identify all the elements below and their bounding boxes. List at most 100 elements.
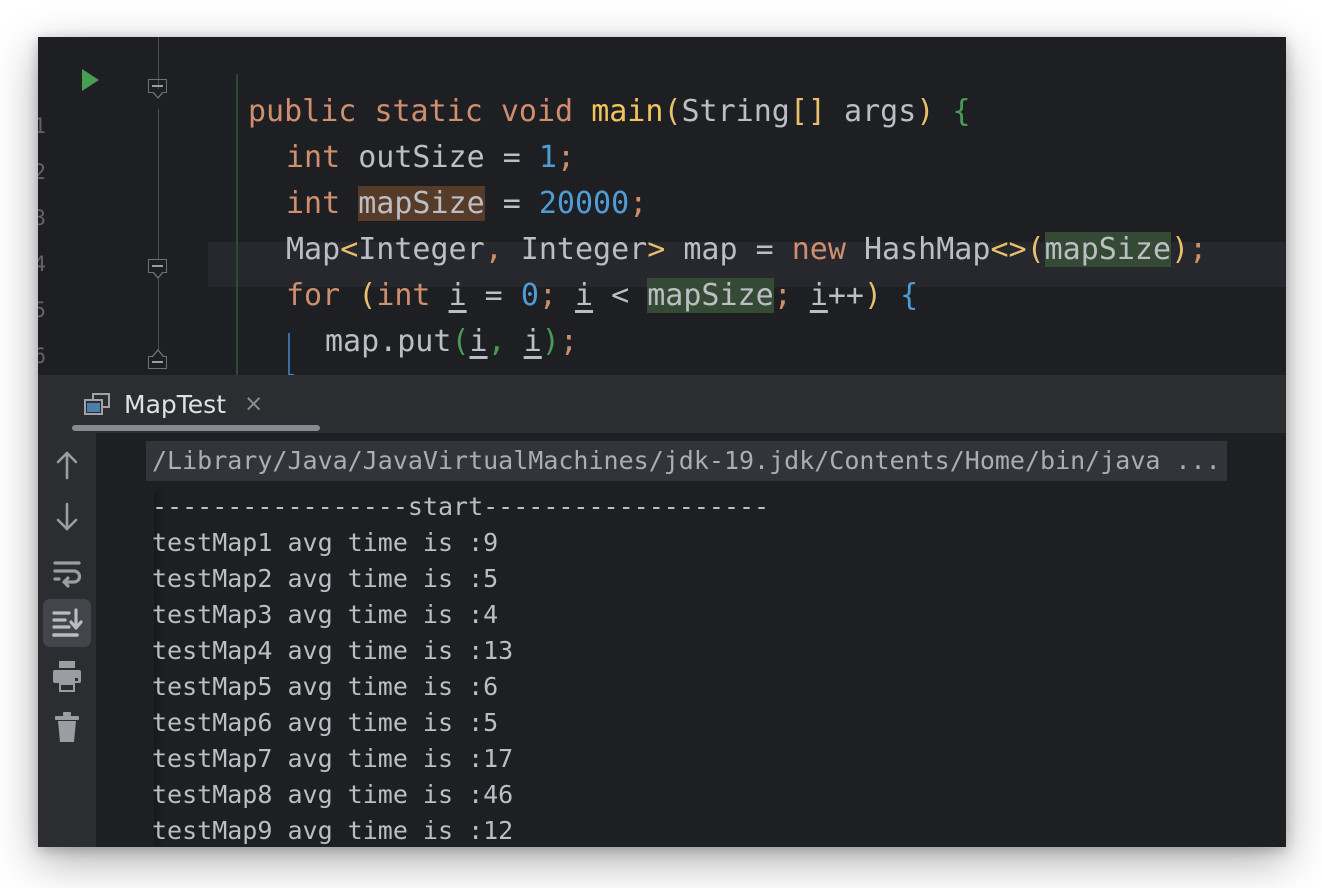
code-token: = [755,232,792,267]
tool-window-label: : [38,389,40,414]
code-token: i [448,278,467,313]
code-token: void [500,94,592,129]
console-toolbar [38,433,96,847]
tab-selected-indicator [72,425,320,431]
code-token: { [952,94,971,129]
code-token: map [325,324,380,359]
code-token: ; [1189,232,1208,267]
code-token: Integer [502,232,648,267]
code-token: static [374,94,501,129]
console-line: testMap7 avg time is :17 [152,744,514,773]
code-line-mapsize[interactable]: int mapSize = 20000; [286,181,647,227]
soft-wrap-button[interactable] [43,548,91,596]
code-token: . [379,324,398,359]
code-token: ++ [827,278,864,313]
code-line-map-put[interactable]: map.put(i, i); [325,319,578,365]
run-configuration-icon [84,393,110,415]
code-token: i [809,278,828,313]
run-tool-window: : MapTest × [38,375,1286,847]
code-token: Map [286,232,341,267]
code-token: ) [916,94,935,129]
code-token: ( [663,94,682,129]
scroll-up-button[interactable] [43,441,91,489]
code-token: ( [1026,232,1045,267]
code-line-close-brace[interactable]: } [286,365,304,375]
code-token: for [286,278,359,313]
code-line-for[interactable]: for (int i = 0; i < mapSize; i++) { [286,273,918,319]
code-token: ( [451,324,470,359]
code-token: mapSize [358,186,485,221]
console-line: testMap3 avg time is :4 [152,600,499,629]
code-token: new [791,232,864,267]
code-token: <> [990,232,1027,267]
scroll-down-button[interactable] [43,493,91,541]
console-command-line: /Library/Java/JavaVirtualMachines/jdk-19… [146,441,1227,481]
code-token: = [502,140,539,175]
console-line: testMap9 avg time is :12 [152,816,514,845]
console-line: testMap8 avg time is :46 [152,780,514,809]
tab-title: MapTest [124,389,226,419]
code-token: put [397,324,452,359]
code-line-outsize[interactable]: int outSize = 1; [286,135,575,181]
code-token: ; [773,278,792,313]
code-token: , [484,232,503,267]
run-tab-bar: : MapTest × [38,375,1286,433]
code-token: > [647,232,666,267]
code-token: ( [358,278,377,313]
console-line: testMap5 avg time is :6 [152,672,499,701]
code-editor[interactable]: 1 2 3 4 5 6 public static void main(Stri… [38,37,1286,375]
console-output[interactable]: /Library/Java/JavaVirtualMachines/jdk-19… [96,433,1286,847]
code-token: mapSize [1044,232,1172,267]
code-token: public [248,94,375,129]
code-token: outSize [358,140,503,175]
console-line: -----------------start------------------… [152,492,770,521]
code-token: int [286,186,359,221]
code-token: ) [1171,232,1190,267]
code-token: i [575,278,594,313]
code-token: i [469,324,488,359]
code-token: < [340,232,359,267]
code-token: args [826,94,917,129]
code-token: mapSize [647,278,774,313]
code-token: 1 [538,140,557,175]
code-token: ) [864,278,883,313]
code-token: { [900,278,919,313]
code-token: ) [541,324,560,359]
code-token: int [286,140,359,175]
code-token: 20000 [538,186,630,221]
code-token: [] [789,94,826,129]
scroll-to-end-icon [52,608,83,637]
code-token: ; [629,186,648,221]
print-button[interactable] [43,651,91,699]
code-token: main [591,94,664,129]
code-token: HashMap [864,232,991,267]
code-line-main-signature[interactable]: public static void main(String[] args) { [248,89,971,135]
code-token: = [484,186,539,221]
screenshot-root: 1 2 3 4 5 6 public static void main(Stri… [0,0,1322,888]
console-line: testMap6 avg time is :5 [152,708,499,737]
printer-icon [53,661,81,692]
trash-icon [55,712,79,742]
close-icon[interactable]: × [244,392,263,416]
code-token: int [376,278,449,313]
code-token: ; [559,324,578,359]
code-token: String [681,94,790,129]
console-line: testMap1 avg time is :9 [152,528,499,557]
code-text[interactable]: public static void main(String[] args) {… [38,37,1286,375]
console-line: testMap4 avg time is :13 [152,636,514,665]
scroll-to-end-button[interactable] [43,599,91,647]
code-token: = [466,278,521,313]
ide-window: 1 2 3 4 5 6 public static void main(Stri… [38,37,1286,847]
code-token: ; [556,140,575,175]
code-token: Integer [358,232,485,267]
code-token: 0 [520,278,539,313]
clear-all-button[interactable] [43,703,91,751]
console-line: testMap2 avg time is :5 [152,564,499,593]
code-token: i [523,324,542,359]
code-line-map-decl[interactable]: Map<Integer, Integer> map = new HashMap<… [286,227,1207,273]
arrow-up-icon [56,451,78,480]
